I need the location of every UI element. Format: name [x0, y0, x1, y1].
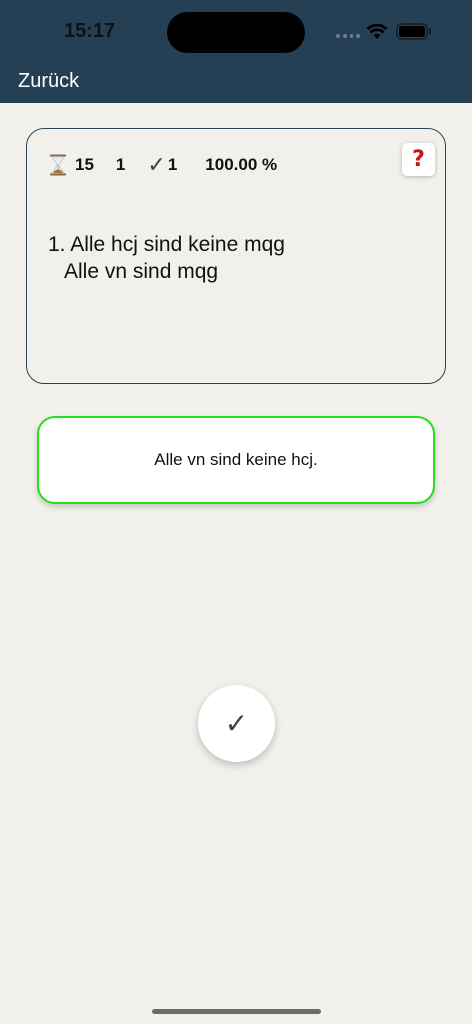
top-bar: 15:17 Zurück [0, 0, 472, 103]
dynamic-island [167, 12, 305, 53]
status-time: 15:17 [64, 20, 116, 42]
back-button[interactable]: Zurück [18, 70, 79, 93]
check-icon: ✓ [147, 152, 166, 178]
screen: 15:17 Zurück 15 1 ✓ 1 100.00 % ? 1. Alle… [0, 0, 472, 1024]
question-text: 1. Alle hcj sind keine mqg Alle vn sind … [48, 231, 285, 285]
home-indicator [152, 1009, 321, 1014]
question-mark-icon: ? [412, 147, 425, 172]
battery-icon [396, 23, 431, 40]
wifi-icon [366, 23, 388, 39]
stat-correct: 1 [167, 155, 178, 174]
stat-percent: 100.00 % [205, 155, 278, 174]
cellular-signal-icon [336, 33, 360, 39]
answer-option[interactable]: Alle vn sind keine hcj. [37, 416, 435, 504]
confirm-button[interactable]: ✓ [198, 685, 275, 762]
question-line-1: 1. Alle hcj sind keine mqg [48, 233, 285, 256]
stats-row: 15 1 ✓ 1 100.00 % [49, 152, 278, 178]
help-button[interactable]: ? [402, 143, 435, 176]
question-card: 15 1 ✓ 1 100.00 % ? 1. Alle hcj sind kei… [26, 128, 446, 384]
stat-time: 15 [75, 155, 94, 174]
stat-count: 1 [115, 155, 126, 174]
answer-label: Alle vn sind keine hcj. [154, 450, 318, 469]
hourglass-icon [50, 154, 66, 176]
question-line-2: Alle vn sind mqg [64, 260, 219, 283]
checkmark-icon: ✓ [224, 707, 249, 740]
